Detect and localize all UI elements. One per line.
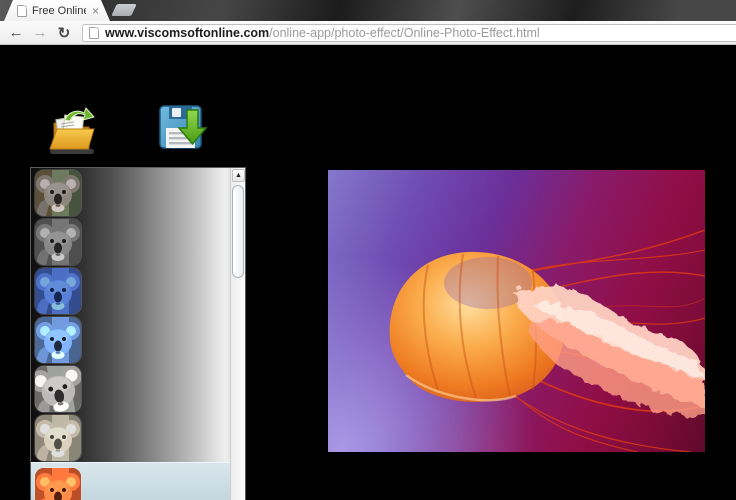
koala-effect-preview-icon xyxy=(35,219,81,265)
effect-thumbnail[interactable] xyxy=(35,268,81,314)
preview-image xyxy=(328,170,705,452)
koala-effect-preview-icon xyxy=(35,268,81,314)
app-content: ▲ ▼ ◄ ► xyxy=(0,45,736,500)
effects-list xyxy=(31,168,231,500)
open-folder-icon xyxy=(49,107,95,154)
address-bar[interactable]: www.viscomsoftonline.com/online-app/phot… xyxy=(82,23,736,42)
tab-strip: Free Online Photo Effect × xyxy=(0,0,736,21)
new-tab-button[interactable] xyxy=(111,4,137,16)
koala-effect-preview-icon xyxy=(35,468,81,500)
effect-row-dark-blue[interactable] xyxy=(31,266,231,315)
tab-title: Free Online Photo Effect xyxy=(32,4,84,17)
koala-effect-preview-icon xyxy=(35,366,81,412)
effect-row-original[interactable] xyxy=(31,168,231,217)
koala-effect-preview-icon xyxy=(35,317,81,363)
save-disk-icon xyxy=(159,105,208,149)
effect-row-twirl[interactable] xyxy=(31,364,231,413)
effect-thumbnail[interactable] xyxy=(35,468,81,500)
effect-thumbnail[interactable] xyxy=(35,219,81,265)
scroll-up-icon[interactable]: ▲ xyxy=(232,169,245,182)
forward-button[interactable]: → xyxy=(30,23,50,43)
effects-panel: ▲ ▼ ◄ ► xyxy=(30,167,246,500)
koala-effect-preview-icon xyxy=(35,170,81,216)
effect-thumbnail[interactable] xyxy=(35,170,81,216)
browser-toolbar: ← → ↻ www.viscomsoftonline.com/online-ap… xyxy=(0,21,736,45)
vertical-scrollbar[interactable]: ▲ ▼ xyxy=(230,168,245,500)
browser-tab[interactable]: Free Online Photo Effect × xyxy=(4,0,110,21)
tab-close-icon[interactable]: × xyxy=(91,5,100,17)
effect-row-grayscale[interactable] xyxy=(31,217,231,266)
jellyfish-image xyxy=(389,229,705,452)
url-domain: www.viscomsoftonline.com xyxy=(105,25,270,40)
url-page-icon xyxy=(89,26,99,39)
tab-favicon-page-icon xyxy=(17,5,27,17)
koala-effect-preview-icon xyxy=(35,415,81,461)
save-image-button[interactable] xyxy=(158,104,208,156)
back-button[interactable]: ← xyxy=(6,23,26,43)
effect-row-blue[interactable] xyxy=(31,315,231,364)
vertical-scrollbar-thumb[interactable] xyxy=(232,185,244,278)
effect-row-red[interactable] xyxy=(31,462,231,500)
effect-thumbnail[interactable] xyxy=(35,317,81,363)
reload-button[interactable]: ↻ xyxy=(54,23,74,43)
effect-thumbnail[interactable] xyxy=(35,415,81,461)
url-path: /online-app/photo-effect/Online-Photo-Ef… xyxy=(269,25,540,40)
effect-row-light[interactable] xyxy=(31,413,231,462)
open-image-button[interactable] xyxy=(47,105,97,157)
effect-thumbnail[interactable] xyxy=(35,366,81,412)
url-text: www.viscomsoftonline.com/online-app/phot… xyxy=(105,26,540,40)
